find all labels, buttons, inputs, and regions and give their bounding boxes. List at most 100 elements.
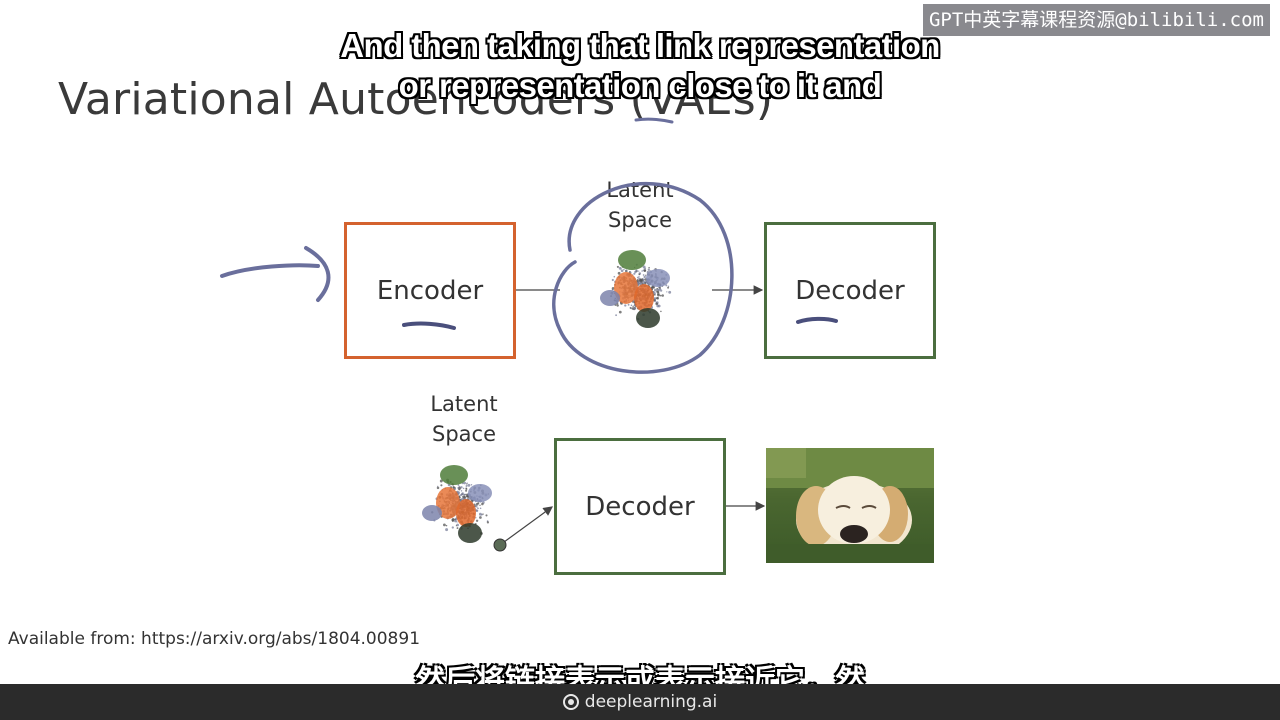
latent-point (642, 269, 645, 271)
latent-point (639, 278, 641, 281)
latent-point (477, 507, 479, 510)
latent-point (657, 292, 660, 296)
latent-cluster-blob (456, 499, 476, 527)
latent-point (475, 519, 479, 522)
latent-cluster-blob (634, 284, 654, 312)
latent-point (456, 527, 459, 530)
latent-point (635, 269, 638, 272)
latent-point (668, 290, 672, 294)
latent-point (638, 280, 640, 282)
latent-point (440, 484, 443, 487)
latent-point (648, 266, 650, 269)
latent-point (475, 502, 479, 506)
latent-point (657, 291, 660, 293)
latent-point (436, 486, 440, 490)
latent-point (455, 525, 457, 527)
hand-underline-decoder (796, 316, 838, 324)
arrow-sample-to-decoder (499, 506, 553, 546)
latent-point (465, 485, 468, 487)
latent-point (616, 304, 619, 307)
latent-point (462, 487, 465, 490)
latent-cluster-blob (600, 290, 620, 306)
latent-point (481, 502, 484, 506)
latent-point (645, 274, 647, 276)
latent-point (644, 267, 647, 270)
latent-point (629, 270, 631, 273)
latent-point (656, 291, 658, 293)
latent-point (467, 483, 471, 487)
latent-point (445, 524, 448, 527)
latent-point (639, 281, 642, 284)
latent-point (666, 291, 668, 293)
latent-point (655, 302, 659, 306)
latent-point (479, 507, 482, 510)
latent-point (638, 275, 640, 277)
latent-point (467, 496, 469, 498)
footer-bar: deeplearning.ai (0, 684, 1280, 720)
latent-point (641, 279, 644, 281)
latent-point (638, 273, 641, 276)
latent-cluster-blob (422, 505, 442, 521)
sampled-point (493, 538, 507, 552)
latent-cluster-blob (636, 308, 660, 328)
latent-point (479, 516, 482, 519)
latent-point (618, 310, 622, 314)
deeplearning-logo-icon (562, 694, 579, 710)
latent-cluster-blob (618, 250, 646, 270)
latent-point (627, 303, 630, 306)
latent-point (465, 487, 468, 491)
latent-point (452, 486, 455, 489)
hand-arrow-stroke (220, 263, 320, 278)
latent-cloud-bottom (422, 465, 492, 543)
latent-point (623, 268, 625, 271)
latent-point (479, 504, 481, 506)
latent-point (613, 275, 616, 278)
latent-point (465, 493, 468, 496)
citation-text: Available from: https://arxiv.org/abs/18… (8, 629, 421, 649)
latent-point (460, 490, 463, 492)
latent-point (460, 486, 463, 489)
latent-cluster-blob (458, 523, 482, 543)
latent-point (458, 488, 461, 491)
subtitle-english-line1: And then taking that link representation (340, 27, 940, 64)
latent-point (632, 305, 634, 308)
latent-point (451, 526, 454, 529)
latent-point (629, 307, 632, 310)
latent-cluster-blob (646, 269, 670, 287)
latent-point (611, 278, 614, 282)
latent-point (643, 275, 646, 279)
latent-point (630, 304, 633, 307)
latent-point (638, 270, 640, 272)
latent-point (615, 314, 618, 317)
latent-point (636, 279, 639, 281)
hand-underline-encoder (402, 321, 456, 330)
latent-point (486, 521, 490, 524)
latent-point (659, 294, 662, 297)
latent-point (470, 483, 473, 486)
latent-point (456, 521, 458, 523)
latent-cloud-top (600, 250, 672, 328)
latent-point (466, 483, 468, 485)
latent-point (642, 274, 645, 276)
latent-point (624, 304, 627, 307)
latent-cluster-blob (440, 465, 468, 485)
latent-point (641, 270, 643, 272)
hand-arrow-head (304, 246, 331, 302)
latent-point (480, 513, 483, 516)
latent-point (461, 492, 464, 495)
latent-point (620, 268, 622, 270)
latent-point (443, 523, 446, 527)
latent-cluster-blob (468, 484, 492, 502)
latent-point (459, 494, 463, 497)
latent-point (620, 269, 624, 273)
latent-point (653, 292, 656, 295)
latent-point (661, 294, 664, 297)
latent-point (459, 496, 461, 499)
latent-point (660, 310, 662, 313)
subtitle-english: And then taking that link representation… (250, 26, 1030, 106)
latent-point (653, 297, 657, 300)
latent-point (647, 268, 650, 271)
latent-point (445, 528, 449, 532)
latent-point (456, 490, 459, 493)
footer-brand: deeplearning.ai (584, 692, 718, 712)
